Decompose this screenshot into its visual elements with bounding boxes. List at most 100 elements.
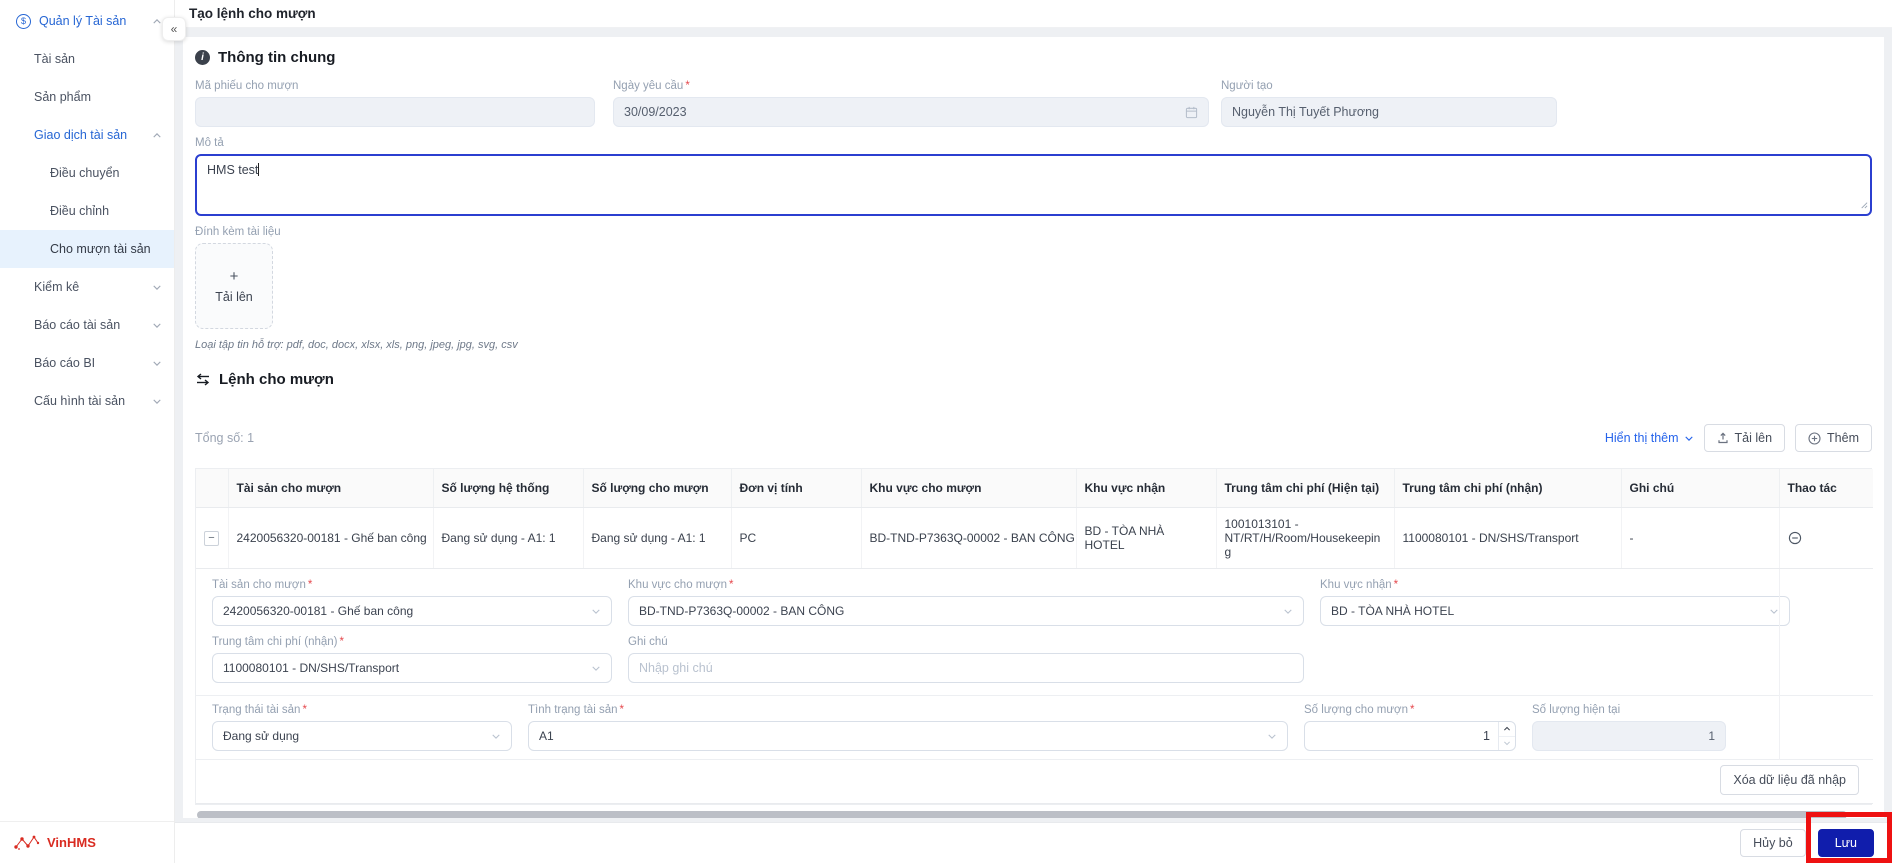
sidebar-item-tai-san[interactable]: Tài sản [0,40,174,78]
sidebar-item-kiem-ke[interactable]: Kiểm kê [0,268,174,306]
ngay-yeu-cau-datepicker[interactable]: 30/09/2023 [613,97,1209,127]
table-row: − 2420056320-00181 - Ghế ban công Đang s… [196,507,1873,569]
sidebar-item-quan-ly-tai-san[interactable]: $ Quản lý Tài sản [0,2,174,40]
field-label: Tài sản cho mượn * [212,579,313,591]
show-more-link[interactable]: Hiển thị thêm [1605,431,1694,445]
mo-ta-value: HMS test [207,163,259,177]
sidebar-item-label: Quản lý Tài sản [39,14,127,28]
collapse-icon: « [170,22,178,36]
upload-dropzone-button[interactable]: + Tải lên [195,243,273,329]
cell-khu-vuc-cho-muon: BD-TND-P7363Q-00002 - BAN CÔNG [861,507,1077,569]
select-chevron-icon [491,732,501,741]
column-header: Số lượng cho mượn [583,469,732,508]
field-label: Ngày yêu cầu * [613,80,690,92]
so-luong-cho-muon-input[interactable] [1305,722,1498,750]
sidebar-item-label: Cho mượn tài sản [50,242,151,256]
field-mo-ta: Mô tả HMS test [195,137,1872,216]
nguoi-tao-input: Nguyễn Thị Tuyết Phương [1221,97,1557,127]
save-button[interactable]: Lưu [1817,829,1874,857]
sidebar-item-label: Điều chuyển [50,166,120,180]
required-mark: * [302,704,307,716]
sidebar-item-bao-cao-tai-san[interactable]: Báo cáo tài sản [0,306,174,344]
tai-san-select[interactable]: 2420056320-00181 - Ghế ban công [212,596,612,626]
scrollbar-thumb[interactable] [197,811,1847,818]
asset-dollar-icon: $ [16,13,31,29]
chevron-down-icon [152,359,162,368]
sidebar-item-cau-hinh-tai-san[interactable]: Cấu hình tài sản [0,382,174,420]
loan-table: Tài sản cho mượn Số lượng hệ thống Số lư… [195,468,1873,805]
file-types-hint: Loại tập tin hỗ trợ: pdf, doc, docx, xls… [195,339,518,351]
row-collapse-toggle[interactable]: − [204,530,219,546]
sidebar-item-bao-cao-bi[interactable]: Báo cáo BI [0,344,174,382]
column-header: Ghi chú [1621,469,1780,508]
expanded-row-editor: Tài sản cho mượn * 2420056320-00181 - Ghế… [196,569,1873,803]
sidebar-item-label: Điều chỉnh [50,204,110,218]
resize-grip-icon[interactable] [1859,198,1868,212]
select-chevron-icon [1769,607,1779,616]
field-label: Số lượng cho mượn * [1304,704,1415,716]
brand-footer: VinHMS [0,821,174,863]
trang-thai-select[interactable]: Đang sử dụng [212,721,512,751]
sidebar-collapse-button[interactable]: « [162,17,186,41]
required-mark: * [619,704,624,716]
cell-don-vi-tinh: PC [731,507,862,569]
general-section-title: i Thông tin chung [195,49,1872,66]
calendar-icon [1185,106,1198,119]
add-row-button[interactable]: Thêm [1795,424,1872,452]
field-ma-phieu: Mã phiếu cho mượn [195,80,595,127]
sidebar-item-giao-dich-tai-san[interactable]: Giao dịch tài sản [0,116,174,154]
horizontal-scrollbar [195,811,1872,818]
ngay-yeu-cau-value: 30/09/2023 [624,105,687,119]
form-card: i Thông tin chung Mã phiếu cho mượn Ngày… [183,37,1884,818]
table-toolbar: Tổng số: 1 Hiển thị thêm Tải lên Thêm [195,424,1872,452]
sidebar-item-dieu-chuyen[interactable]: Điều chuyển [0,154,174,192]
detail-actions: Xóa dữ liệu đã nhập [196,760,1873,803]
detail-field-trang-thai: Trạng thái tài sản * Đang sử dụng [212,704,512,751]
stepper-down-button[interactable] [1499,737,1515,751]
nguoi-tao-value: Nguyễn Thị Tuyết Phương [1232,105,1379,119]
stepper-up-button[interactable] [1499,722,1515,737]
column-header: Khu vực nhận [1076,469,1217,508]
khu-vuc-cho-muon-select[interactable]: BD-TND-P7363Q-00002 - BAN CÔNG [628,596,1304,626]
chevron-down-icon [1684,435,1693,441]
sidebar-item-dieu-chinh[interactable]: Điều chỉnh [0,192,174,230]
toolbar-actions: Hiển thị thêm Tải lên Thêm [1605,424,1872,452]
cell-khu-vuc-nhan: BD - TÒA NHÀ HOTEL [1076,507,1217,569]
sidebar-item-san-pham[interactable]: Sản phẩm [0,78,174,116]
footer: Hủy bỏ Lưu [175,822,1892,863]
column-header: Trung tâm chi phí (Hiện tại) [1216,469,1395,508]
detail-field-so-luong-cho-muon: Số lượng cho mượn * [1304,704,1516,751]
detail-field-so-luong-hien-tai: Số lượng hiện tại 1 [1532,704,1726,751]
khu-vuc-nhan-select[interactable]: BD - TÒA NHÀ HOTEL [1320,596,1790,626]
cancel-button[interactable]: Hủy bỏ [1740,829,1806,857]
upload-rows-button[interactable]: Tải lên [1703,424,1786,452]
expanded-row: Tài sản cho mượn * 2420056320-00181 - Ghế… [196,568,1873,804]
sidebar-item-label: Báo cáo tài sản [34,318,121,332]
ma-phieu-input [195,97,595,127]
required-mark: * [729,579,734,591]
cell-ghi-chu: - [1621,507,1780,569]
clear-data-button[interactable]: Xóa dữ liệu đã nhập [1720,765,1859,795]
field-label: Ghi chú [628,636,668,648]
chevron-up-icon [152,17,162,26]
remove-row-icon[interactable] [1788,531,1866,545]
sidebar-menu: $ Quản lý Tài sản Tài sản Sản phẩm Giao … [0,0,174,821]
sidebar-item-label: Báo cáo BI [34,356,96,370]
cell-so-luong-cho-muon: Đang sử dụng - A1: 1 [583,507,732,569]
quantity-stepper [1304,721,1516,751]
select-chevron-icon [591,607,601,616]
section-title-text: Lệnh cho mượn [219,371,334,388]
field-ngay-yeu-cau: Ngày yêu cầu * 30/09/2023 [613,80,1209,127]
content-area: i Thông tin chung Mã phiếu cho mượn Ngày… [175,28,1892,822]
ghi-chu-input[interactable] [628,653,1304,683]
detail-field-tinh-trang: Tình trạng tài sản * A1 [528,704,1288,751]
mo-ta-textarea[interactable]: HMS test [195,154,1872,216]
sidebar-item-cho-muon-tai-san[interactable]: Cho mượn tài sản [0,230,174,268]
select-chevron-icon [1267,732,1277,741]
total-count-label: Tổng số: 1 [195,431,255,445]
trung-tam-select[interactable]: 1100080101 - DN/SHS/Transport [212,653,612,683]
tinh-trang-select[interactable]: A1 [528,721,1288,751]
page-header: Tạo lệnh cho mượn [175,0,1892,28]
general-fields-row: Mã phiếu cho mượn Ngày yêu cầu * 30/09/20… [195,80,1872,127]
loan-section-title: Lệnh cho mượn [195,371,1872,388]
